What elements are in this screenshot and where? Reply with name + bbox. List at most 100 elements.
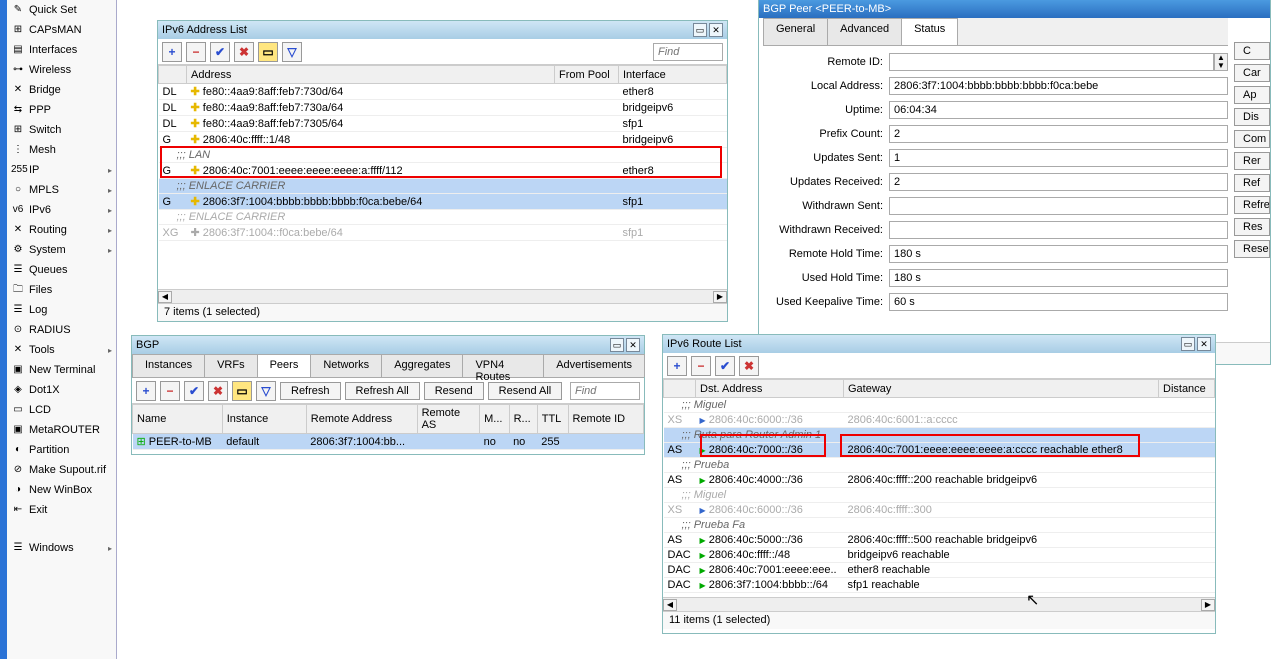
side-button-c[interactable]: C [1234,42,1270,60]
tab-advanced[interactable]: Advanced [827,18,902,45]
sidebar-item-dot1x[interactable]: ◈Dot1X [7,380,116,400]
table-row[interactable]: ;;; Prueba Fa [664,518,1215,533]
table-row[interactable]: AS▶ 2806:40c:4000::/362806:40c:ffff::200… [664,473,1215,488]
field-input[interactable] [889,149,1228,167]
col-remote-id[interactable]: Remote ID [568,405,644,434]
sidebar-item-radius[interactable]: ⊙RADIUS [7,320,116,340]
resend-all-button[interactable]: Resend All [488,382,563,400]
table-row[interactable]: G✚ 2806:40c:7001:eeee:eeee:eeee:a:ffff/1… [159,163,727,179]
comment-button[interactable]: ▭ [232,381,252,401]
col-instance[interactable]: Instance [222,405,306,434]
table-row[interactable]: DL✚ fe80::4aa9:8aff:feb7:7305/64sfp1 [159,116,727,132]
filter-button[interactable]: ▽ [256,381,276,401]
tab-aggregates[interactable]: Aggregates [381,354,463,377]
sidebar-item-quick-set[interactable]: ✎Quick Set [7,0,116,20]
add-button[interactable]: + [136,381,156,401]
side-button-com[interactable]: Com [1234,130,1270,148]
field-input[interactable] [889,125,1228,143]
tab-peers[interactable]: Peers [257,354,312,377]
tab-general[interactable]: General [763,18,828,45]
titlebar[interactable]: BGP ▭ ✕ [132,336,644,354]
table-row[interactable]: DAC▶ 2806:3f7:1004:bbbb::/64sfp1 reachab… [664,578,1215,593]
table-row[interactable]: ;;; Prueba [664,458,1215,473]
enable-button[interactable]: ✔ [210,42,230,62]
field-input[interactable] [889,101,1228,119]
table-row[interactable]: XS▶ 2806:40c:6000::/362806:40c:6001::a:c… [664,413,1215,428]
sidebar-item-new-terminal[interactable]: ▣New Terminal [7,360,116,380]
col-remote-address[interactable]: Remote Address [306,405,417,434]
field-input[interactable] [889,221,1228,239]
enable-button[interactable]: ✔ [715,356,735,376]
enable-button[interactable]: ✔ [184,381,204,401]
remove-button[interactable]: − [160,381,180,401]
table-row[interactable]: AS▶ 2806:40c:7000::/362806:40c:7001:eeee… [664,443,1215,458]
tab-instances[interactable]: Instances [132,354,205,377]
peers-table[interactable]: NameInstanceRemote AddressRemote ASM...R… [132,404,644,450]
titlebar[interactable]: IPv6 Route List ▭ ✕ [663,335,1215,353]
col-ttl[interactable]: TTL [537,405,568,434]
table-row[interactable]: ;;; Miguel [664,398,1215,413]
col-from-pool[interactable]: From Pool [555,66,619,84]
field-input[interactable] [889,269,1228,287]
resend-button[interactable]: Resend [424,382,484,400]
table-row[interactable]: ⊞ PEER-to-MBdefault2806:3f7:1004:bb...no… [133,434,644,450]
table-row[interactable]: G✚ 2806:40c:ffff::1/48bridgeipv6 [159,132,727,148]
field-input[interactable] [889,77,1228,95]
scroll-left-icon[interactable]: ◀ [663,599,677,611]
filter-button[interactable]: ▽ [282,42,302,62]
table-row[interactable]: XS▶ 2806:40c:6000::/362806:40c:ffff::300 [664,503,1215,518]
disable-button[interactable]: ✖ [739,356,759,376]
comment-button[interactable]: ▭ [258,42,278,62]
sidebar-item-ipv6[interactable]: v6IPv6▸ [7,200,116,220]
titlebar[interactable]: BGP Peer <PEER-to-MB> [759,0,1270,18]
sidebar-item-partition[interactable]: ◐Partition [7,440,116,460]
tab-vrfs[interactable]: VRFs [204,354,258,377]
tab-networks[interactable]: Networks [310,354,382,377]
sidebar-item-interfaces[interactable]: ▤Interfaces [7,40,116,60]
scroll-right-icon[interactable]: ▶ [713,291,727,303]
add-button[interactable]: + [667,356,687,376]
sidebar-item-wireless[interactable]: ⊶Wireless [7,60,116,80]
scroll-left-icon[interactable]: ◀ [158,291,172,303]
table-row[interactable]: DL✚ fe80::4aa9:8aff:feb7:730a/64bridgeip… [159,100,727,116]
table-row[interactable]: ;;; Ruta para Router Admin 1 [664,428,1215,443]
col-dst-address[interactable]: Dst. Address [696,380,844,398]
horizontal-scrollbar[interactable]: ◀ ▶ [663,597,1215,611]
table-row[interactable]: G✚ 2806:3f7:1004:bbbb:bbbb:bbbb:f0ca:beb… [159,194,727,210]
sidebar-item-exit[interactable]: ⇤Exit [7,500,116,520]
titlebar[interactable]: IPv6 Address List ▭ ✕ [158,21,727,39]
table-row[interactable]: AS▶ 2806:40c:5000::/362806:40c:ffff::500… [664,533,1215,548]
remove-button[interactable]: − [186,42,206,62]
find-input[interactable] [653,43,723,61]
sidebar-item-new-winbox[interactable]: ◑New WinBox [7,480,116,500]
col-gateway[interactable]: Gateway [844,380,1159,398]
horizontal-scrollbar[interactable]: ◀ ▶ [158,289,727,303]
close-icon[interactable]: ✕ [626,338,640,352]
minimize-icon[interactable]: ▭ [1181,337,1195,351]
field-input[interactable] [889,293,1228,311]
sidebar-item-windows[interactable]: ☰ Windows ▸ [7,538,116,558]
scroll-right-icon[interactable]: ▶ [1201,599,1215,611]
tab-vpn4-routes[interactable]: VPN4 Routes [462,354,544,377]
table-row[interactable]: ;;; LAN [159,148,727,163]
minimize-icon[interactable]: ▭ [693,23,707,37]
disable-button[interactable]: ✖ [234,42,254,62]
updown-icon[interactable]: ▲▼ [1214,53,1228,71]
field-input[interactable] [889,197,1228,215]
table-row[interactable]: XG✚ 2806:3f7:1004::f0ca:bebe/64sfp1 [159,225,727,241]
refresh-button[interactable]: Refresh [280,382,341,400]
table-row[interactable]: ;;; ENLACE CARRIER [159,210,727,225]
address-table[interactable]: Address From Pool Interface DL✚ fe80::4a… [158,65,727,241]
refresh-all-button[interactable]: Refresh All [345,382,420,400]
table-row[interactable]: DAC▶ 2806:40c:ffff::/48bridgeipv6 reacha… [664,548,1215,563]
tab-status[interactable]: Status [901,18,958,45]
col-interface[interactable]: Interface [619,66,727,84]
find-input[interactable] [570,382,640,400]
field-input[interactable] [889,173,1228,191]
sidebar-item-files[interactable]: 🗀Files [7,280,116,300]
col-r-[interactable]: R... [509,405,537,434]
sidebar-item-log[interactable]: ☰Log [7,300,116,320]
side-button-dis[interactable]: Dis [1234,108,1270,126]
table-row[interactable]: ;;; ENLACE CARRIER [159,179,727,194]
close-icon[interactable]: ✕ [709,23,723,37]
